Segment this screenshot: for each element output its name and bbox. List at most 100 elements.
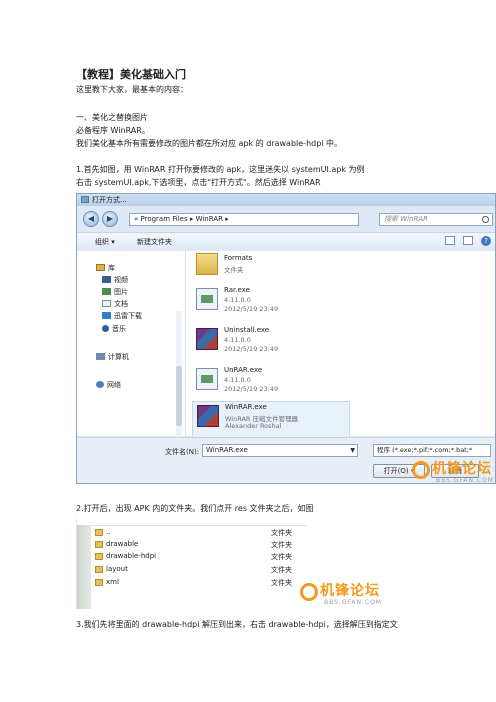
exe-file-icon xyxy=(196,368,218,390)
download-icon xyxy=(102,312,111,319)
window-icon xyxy=(81,196,89,203)
file-version: 4.11.0.0 xyxy=(224,376,251,384)
required-tools-text: 必备程序 WinRAR。 xyxy=(76,126,150,135)
step3-text: 3.我们先将里面的 drawable-hdpi 解压到出来，右击 drawabl… xyxy=(76,620,398,629)
watermark-url: BBS.GFAN.COM xyxy=(324,599,382,606)
winrar-icon xyxy=(196,328,218,350)
step1-text-line1: 1.首先如图，用 WinRAR 打开你要修改的 apk，这里迷失以 system… xyxy=(76,165,365,174)
navigation-pane: 库 视频 图片 文档 迅雷下载 音乐 计算机 网络 xyxy=(77,251,186,483)
file-version: 4.11.0.0 xyxy=(224,296,251,304)
file-date: 2012/5/19 23:49 xyxy=(224,305,279,313)
folder-type: 文件夹 xyxy=(271,566,292,574)
nav-network[interactable]: 网络 xyxy=(96,380,121,390)
file-version: 4.11.0.0 xyxy=(224,336,251,344)
intro-text: 这里教下大家，最基本的内容： xyxy=(76,85,188,94)
folder-type: 文件夹 xyxy=(271,553,292,561)
file-company: Alexander Roshal xyxy=(225,422,282,430)
gfan-logo-icon xyxy=(412,461,430,479)
file-date: 2012/5/19 23:49 xyxy=(224,385,279,393)
folder-icon xyxy=(95,529,103,536)
network-icon xyxy=(96,381,104,388)
search-input[interactable]: 搜索 WinRAR xyxy=(379,213,493,226)
scroll-thumb[interactable] xyxy=(176,366,182,426)
file-date: 2012/5/19 23:49 xyxy=(224,345,279,353)
folder-name: xml xyxy=(106,578,119,586)
music-icon xyxy=(102,325,109,332)
folder-name: .. xyxy=(106,528,111,536)
list-item[interactable]: drawable-hdpi 文件夹 xyxy=(95,551,305,563)
file-type-select[interactable]: 程序 (*.exe;*.pif;*.com;*.bat;* xyxy=(373,444,491,457)
step1-text-line2: 右击 systemUI.apk,下选项里，点击"打开方式"。然后选择 WinRA… xyxy=(76,178,321,187)
filename-value: WinRAR.exe xyxy=(206,446,248,454)
forward-arrow-icon[interactable]: ▶ xyxy=(102,211,118,227)
picture-icon xyxy=(102,288,111,295)
file-list: Formats 文件夹 Rar.exe 4.11.0.0 2012/5/19 2… xyxy=(186,251,495,439)
open-with-dialog-screenshot: 打开方式... ◀ ▶ « Program Files ▸ WinRAR ▸ 搜… xyxy=(76,193,496,484)
filename-label: 文件名(N): xyxy=(165,448,200,456)
computer-icon xyxy=(96,353,105,360)
exe-file-icon xyxy=(196,288,218,310)
search-icon xyxy=(482,216,489,223)
view-options-icon[interactable] xyxy=(445,236,455,245)
doc-title: 【教程】美化基础入门 xyxy=(76,68,186,81)
search-placeholder: 搜索 WinRAR xyxy=(384,215,429,223)
library-icon xyxy=(96,264,105,271)
folder-icon xyxy=(196,253,218,275)
file-name: Formats xyxy=(224,254,253,262)
nav-downloads[interactable]: 迅雷下载 xyxy=(102,311,142,321)
list-item[interactable]: .. 文件夹 xyxy=(95,527,305,539)
file-item[interactable]: Uninstall.exe 4.11.0.0 2012/5/19 23:49 xyxy=(196,325,356,363)
organize-button[interactable]: 组织 ▾ xyxy=(95,237,115,247)
list-sidebar xyxy=(77,525,91,609)
file-detail: 文件夹 xyxy=(224,266,244,274)
dialog-title: 打开方式... xyxy=(92,196,127,204)
folder-type: 文件夹 xyxy=(271,529,292,537)
folder-icon xyxy=(95,579,103,586)
video-icon xyxy=(102,276,111,283)
list-item[interactable]: drawable 文件夹 xyxy=(95,539,305,551)
nav-library[interactable]: 库 xyxy=(96,263,115,273)
gfan-logo-icon xyxy=(300,583,318,601)
folder-icon xyxy=(95,553,103,560)
document-icon xyxy=(102,300,111,307)
chevron-down-icon[interactable]: ▼ xyxy=(350,445,355,456)
folder-name: layout xyxy=(106,565,128,573)
gfan-watermark: 机锋论坛 BBS.GFAN.COM xyxy=(300,580,384,610)
folder-icon xyxy=(95,566,103,573)
preview-pane-icon[interactable] xyxy=(463,236,473,245)
nav-computer[interactable]: 计算机 xyxy=(96,352,129,362)
file-item[interactable]: Rar.exe 4.11.0.0 2012/5/19 23:49 xyxy=(196,285,356,323)
dialog-titlebar: 打开方式... xyxy=(77,194,495,206)
file-name: UnRAR.exe xyxy=(224,366,263,374)
nav-video[interactable]: 视频 xyxy=(102,275,128,285)
file-name: Rar.exe xyxy=(224,286,250,294)
list-item[interactable]: xml 文件夹 xyxy=(95,577,305,589)
folder-type: 文件夹 xyxy=(271,541,292,549)
address-bar[interactable]: « Program Files ▸ WinRAR ▸ xyxy=(129,213,359,226)
file-item[interactable]: UnRAR.exe 4.11.0.0 2012/5/19 23:49 xyxy=(196,365,356,403)
watermark-url: BBS.GFAN.COM xyxy=(436,477,494,484)
folder-name: drawable xyxy=(106,540,139,548)
res-folder-screenshot: .. 文件夹 drawable 文件夹 drawable-hdpi 文件夹 la… xyxy=(76,519,307,609)
folder-name: drawable-hdpi xyxy=(106,552,157,560)
file-item-selected[interactable]: WinRAR.exe WinRAR 压缩文件管理器 Alexander Rosh… xyxy=(192,401,350,439)
navigation-bar: ◀ ▶ « Program Files ▸ WinRAR ▸ 搜索 WinRAR xyxy=(77,208,495,232)
list-header xyxy=(77,519,307,526)
new-folder-button[interactable]: 新建文件夹 xyxy=(137,237,172,247)
watermark-text: 机锋论坛 xyxy=(432,461,492,477)
nav-documents[interactable]: 文档 xyxy=(102,299,128,309)
winrar-icon xyxy=(197,405,219,427)
watermark-text: 机锋论坛 xyxy=(320,583,380,599)
help-icon[interactable]: ? xyxy=(481,236,491,246)
step2-text: 2.打开后，出现 APK 内的文件夹。我们点开 res 文件夹之后，如图 xyxy=(76,504,314,513)
file-name: WinRAR.exe xyxy=(225,403,267,411)
file-name: Uninstall.exe xyxy=(224,326,270,334)
back-arrow-icon[interactable]: ◀ xyxy=(83,211,99,227)
folder-icon xyxy=(95,541,103,548)
section-heading: 一、美化之替换图片 xyxy=(76,113,148,122)
nav-music[interactable]: 音乐 xyxy=(102,324,126,334)
nav-pictures[interactable]: 图片 xyxy=(102,287,128,297)
folder-type: 文件夹 xyxy=(271,579,292,587)
list-item[interactable]: layout 文件夹 xyxy=(95,564,305,576)
filename-input[interactable]: WinRAR.exe ▼ xyxy=(202,444,358,457)
